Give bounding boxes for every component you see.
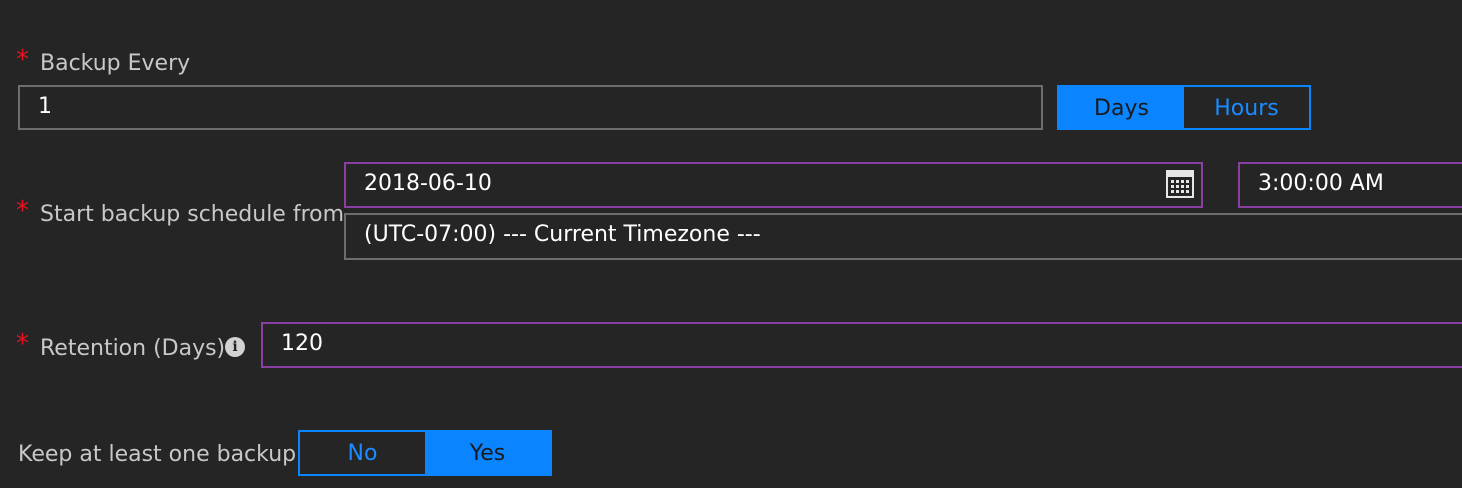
days-option[interactable]: Days — [1059, 87, 1184, 128]
start-date-input[interactable]: 2018-06-10 — [344, 162, 1203, 208]
retention-label: Retention (Days) — [40, 336, 226, 361]
keep-one-backup-toggle: No Yes — [298, 430, 552, 476]
required-asterisk: * — [16, 329, 29, 359]
calendar-icon[interactable] — [1166, 170, 1194, 198]
start-schedule-label: Start backup schedule from — [40, 202, 345, 227]
backup-every-label: Backup Every — [40, 51, 191, 76]
timezone-select[interactable]: (UTC-07:00) --- Current Timezone --- — [344, 213, 1462, 260]
retention-days-input[interactable]: 120 — [261, 322, 1462, 368]
hours-option[interactable]: Hours — [1184, 87, 1309, 128]
required-asterisk: * — [16, 196, 29, 226]
backup-schedule-form: * Backup Every 1 Days Hours * Start back… — [0, 0, 1462, 488]
start-time-input[interactable]: 3:00:00 AM — [1238, 162, 1462, 208]
start-date-value: 2018-06-10 — [364, 171, 492, 196]
yes-option[interactable]: Yes — [425, 432, 550, 474]
backup-frequency-unit-toggle: Days Hours — [1057, 85, 1311, 130]
info-icon[interactable]: i — [225, 337, 245, 357]
backup-every-input[interactable]: 1 — [18, 85, 1043, 130]
keep-one-backup-label: Keep at least one backup — [18, 442, 297, 467]
required-asterisk: * — [16, 45, 29, 75]
no-option[interactable]: No — [300, 432, 425, 474]
